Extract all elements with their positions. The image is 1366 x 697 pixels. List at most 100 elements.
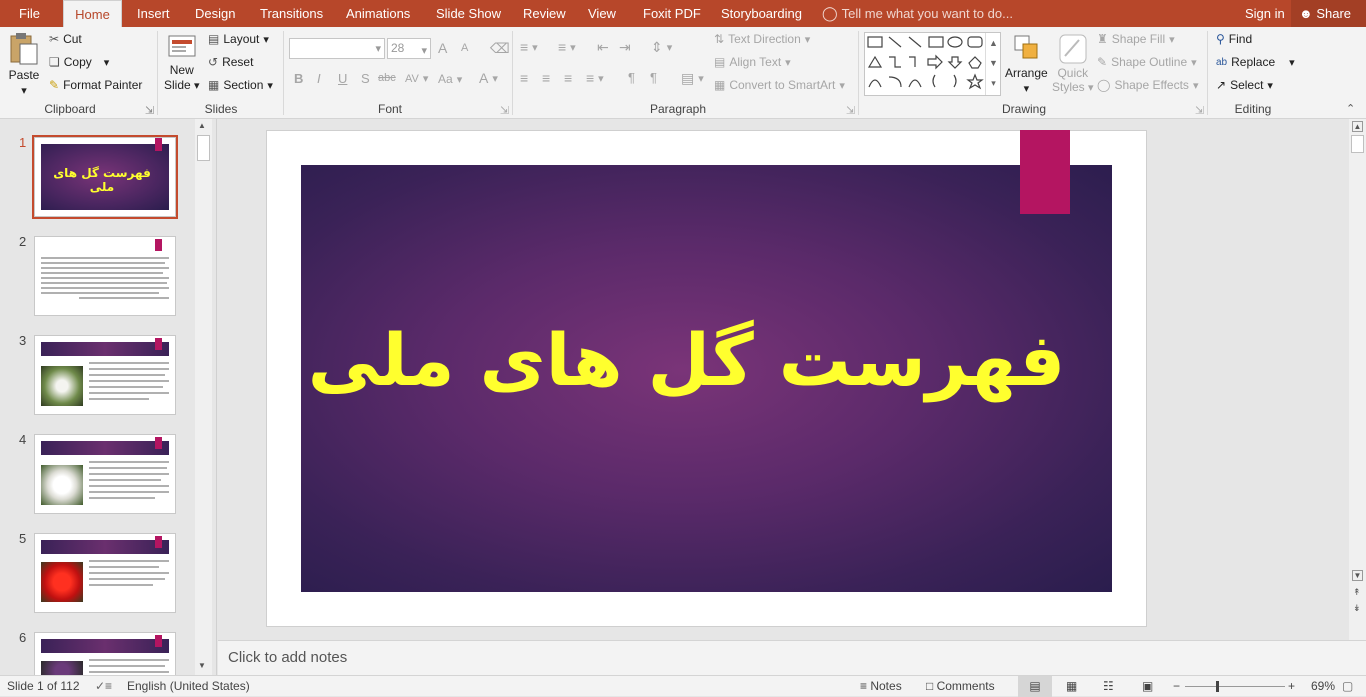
convert-smartart-button[interactable]: ▦ Convert to SmartArt ▾	[714, 78, 845, 92]
increase-indent-icon[interactable]: ⇥	[619, 39, 631, 56]
reading-view-icon[interactable]: ☷	[1103, 676, 1114, 697]
grow-font-button[interactable]: A	[438, 40, 447, 56]
zoom-level[interactable]: 69%	[1311, 676, 1335, 697]
tab-design[interactable]: Design	[195, 0, 235, 27]
align-center-icon[interactable]: ≡	[542, 70, 550, 86]
scroll-up-icon[interactable]: ▲	[198, 121, 206, 130]
align-text-button[interactable]: ▤ Align Text ▾	[714, 55, 791, 69]
spell-check-icon[interactable]: ✓≡	[95, 676, 112, 697]
thumbnail-slide-2[interactable]	[34, 236, 176, 316]
find-button[interactable]: ⚲ Find	[1216, 32, 1252, 46]
arrange-button[interactable]: Arrange ▾	[1005, 32, 1048, 95]
shape-effects-button[interactable]: ◯ Shape Effects ▾	[1097, 78, 1198, 92]
shape-outline-button[interactable]: ✎ Shape Outline ▾	[1097, 55, 1197, 69]
thumbnail-slide-5[interactable]	[34, 533, 176, 613]
replace-button[interactable]: ab Replace ▾	[1216, 55, 1295, 69]
shape-fill-button[interactable]: ♜ Shape Fill ▾	[1097, 32, 1175, 46]
scroll-up-icon[interactable]: ▲	[1352, 121, 1363, 132]
zoom-in-icon[interactable]: +	[1288, 676, 1295, 697]
fit-to-window-icon[interactable]: ▢	[1342, 676, 1353, 697]
thumbnail-slide-4[interactable]	[34, 434, 176, 514]
next-slide-icon[interactable]: ↡	[1353, 603, 1361, 614]
sign-in-link[interactable]: Sign in	[1245, 0, 1285, 27]
format-painter-button[interactable]: ✎ Format Painter	[49, 78, 142, 92]
slideshow-view-icon[interactable]: ▣	[1142, 676, 1153, 697]
gallery-scroll-icon[interactable]: ▲ ▼ ▾	[985, 33, 1001, 95]
tab-insert[interactable]: Insert	[137, 0, 170, 27]
zoom-slider-track[interactable]	[1185, 686, 1285, 687]
comments-button[interactable]: □ Comments	[926, 676, 995, 697]
collapse-ribbon-icon[interactable]: ⌃	[1346, 102, 1355, 115]
slide-scrollbar[interactable]: ▲ ▼ ↟ ↡	[1349, 119, 1366, 640]
underline-button[interactable]: U	[338, 71, 347, 86]
tab-home[interactable]: Home	[63, 0, 122, 27]
text-direction-button[interactable]: ⇅ Text Direction ▾	[714, 32, 810, 46]
numbering-icon[interactable]: ≡ ▾	[558, 39, 576, 55]
previous-slide-icon[interactable]: ↟	[1353, 587, 1361, 598]
slide-bookmark-shape[interactable]	[1020, 130, 1070, 214]
tab-foxit-pdf[interactable]: Foxit PDF	[643, 0, 701, 27]
align-left-icon[interactable]: ≡	[520, 70, 528, 86]
columns-icon[interactable]: ▤ ▾	[681, 70, 704, 87]
quick-styles-button[interactable]: Quick Styles ▾	[1052, 32, 1094, 94]
thumbnail-slide-3[interactable]	[34, 335, 176, 415]
section-button[interactable]: ▦ Section ▾	[208, 78, 273, 92]
tab-file[interactable]: File	[19, 0, 40, 27]
ltr-icon[interactable]: ¶	[628, 70, 635, 85]
font-color-button[interactable]: A ▾	[479, 70, 498, 86]
normal-view-icon[interactable]: ▤	[1018, 676, 1052, 697]
scroll-thumb[interactable]	[197, 135, 210, 161]
notes-pane[interactable]: Click to add notes	[218, 640, 1366, 675]
scroll-down-icon[interactable]: ▼	[1352, 570, 1363, 581]
italic-button[interactable]: I	[317, 71, 321, 86]
layout-button[interactable]: ▤ Layout ▾	[208, 32, 269, 46]
cut-button[interactable]: ✂ Cut	[49, 32, 82, 46]
character-spacing-button[interactable]: AV ▾	[405, 72, 428, 86]
slide-sorter-icon[interactable]: ▦	[1066, 676, 1077, 697]
notes-button[interactable]: ≡ Notes	[860, 676, 902, 697]
tell-me-search[interactable]: ◯ Tell me what you want to do...	[822, 0, 1013, 27]
scroll-down-icon[interactable]: ▼	[198, 661, 206, 670]
shapes-gallery[interactable]: ▲ ▼ ▾	[864, 32, 1001, 96]
thumbnail-text-line	[41, 277, 169, 279]
thumbnail-slide-1[interactable]: فهرست گل های ملی	[34, 137, 176, 217]
copy-button[interactable]: ❏ Copy ▾	[49, 55, 109, 69]
dialog-launcher-icon[interactable]: ⇲	[846, 104, 855, 117]
scroll-thumb[interactable]	[1351, 135, 1364, 153]
zoom-slider-thumb[interactable]	[1216, 681, 1219, 692]
tab-slide-show[interactable]: Slide Show	[436, 0, 501, 27]
select-button[interactable]: ↗ Select ▾	[1216, 78, 1273, 92]
share-button[interactable]: ☻ Share	[1291, 0, 1366, 27]
zoom-out-icon[interactable]: −	[1173, 676, 1180, 697]
tab-animations[interactable]: Animations	[346, 0, 410, 27]
tab-transitions[interactable]: Transitions	[260, 0, 323, 27]
clear-formatting-icon[interactable]: ⌫	[490, 40, 510, 57]
thumbnail-scrollbar[interactable]: ▲ ▼	[195, 119, 212, 675]
justify-icon[interactable]: ≡ ▾	[586, 70, 604, 86]
text-shadow-button[interactable]: S	[361, 71, 370, 86]
paste-button[interactable]: Paste ▾	[8, 32, 40, 97]
tab-storyboarding[interactable]: Storyboarding	[721, 0, 802, 27]
dialog-launcher-icon[interactable]: ⇲	[1195, 104, 1204, 117]
line-spacing-icon[interactable]: ⇕ ▾	[651, 39, 672, 56]
font-size-combo[interactable]: 28 ▾	[387, 38, 431, 59]
thumbnail-slide-6[interactable]	[34, 632, 176, 675]
reset-button[interactable]: ↺ Reset	[208, 55, 253, 69]
align-right-icon[interactable]: ≡	[564, 70, 572, 86]
bullets-icon[interactable]: ≡ ▾	[520, 39, 538, 55]
language-status[interactable]: English (United States)	[127, 676, 250, 697]
strikethrough-button[interactable]: abc	[378, 72, 396, 84]
change-case-button[interactable]: Aa ▾	[438, 72, 462, 86]
reset-label: Reset	[222, 55, 254, 69]
tab-view[interactable]: View	[588, 0, 616, 27]
decrease-indent-icon[interactable]: ⇤	[597, 39, 609, 56]
rtl-icon[interactable]: ¶	[650, 70, 657, 85]
tab-review[interactable]: Review	[523, 0, 566, 27]
dialog-launcher-icon[interactable]: ⇲	[500, 104, 509, 117]
new-slide-button[interactable]: New Slide ▾	[164, 32, 200, 92]
bold-button[interactable]: B	[294, 71, 303, 86]
shrink-font-button[interactable]: A	[461, 42, 468, 54]
slide-title[interactable]: فهرست گل های ملی	[301, 300, 1072, 420]
font-name-combo[interactable]: ▾	[289, 38, 385, 59]
dialog-launcher-icon[interactable]: ⇲	[145, 104, 154, 117]
